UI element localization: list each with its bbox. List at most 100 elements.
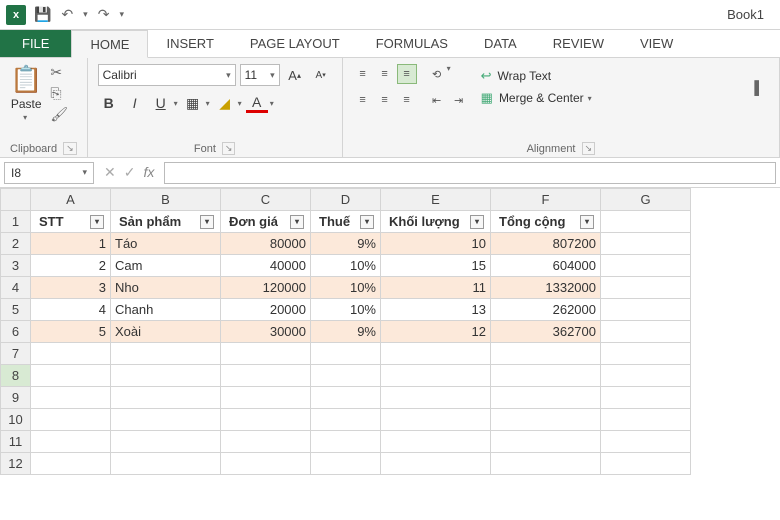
redo-icon[interactable]: ↷	[98, 6, 110, 23]
col-header[interactable]: D	[311, 189, 381, 211]
copy-icon[interactable]: ⎘	[50, 85, 68, 102]
cell[interactable]: Nho	[111, 277, 221, 299]
tab-review[interactable]: REVIEW	[535, 30, 622, 57]
row-header[interactable]: 4	[1, 277, 31, 299]
cell[interactable]	[311, 431, 381, 453]
select-all-corner[interactable]	[1, 189, 31, 211]
align-middle-button[interactable]: ≡	[375, 64, 395, 84]
qat-dropdown-icon[interactable]: ▾	[83, 9, 88, 20]
cell[interactable]	[311, 387, 381, 409]
cell[interactable]	[601, 387, 691, 409]
cell[interactable]: 3	[31, 277, 111, 299]
align-right-button[interactable]: ≡	[397, 90, 417, 110]
cell[interactable]: 10%	[311, 255, 381, 277]
filter-dropdown-icon[interactable]: ▾	[290, 215, 304, 229]
cell[interactable]: 12	[381, 321, 491, 343]
cell[interactable]	[601, 321, 691, 343]
cell[interactable]: Táo	[111, 233, 221, 255]
decrease-indent-button[interactable]: ⇤	[427, 90, 447, 110]
col-header[interactable]: C	[221, 189, 311, 211]
cell[interactable]	[601, 431, 691, 453]
cell[interactable]	[491, 365, 601, 387]
tab-file[interactable]: FILE	[0, 30, 71, 57]
wrap-text-button[interactable]: ↩ Wrap Text	[481, 68, 592, 84]
cell[interactable]	[601, 211, 691, 233]
row-header[interactable]: 1	[1, 211, 31, 233]
cell[interactable]	[221, 365, 311, 387]
font-name-combo[interactable]: Calibri ▾	[98, 64, 236, 86]
cell[interactable]: 11	[381, 277, 491, 299]
cell[interactable]: Chanh	[111, 299, 221, 321]
cell[interactable]: 262000	[491, 299, 601, 321]
cell[interactable]: 9%	[311, 321, 381, 343]
filter-dropdown-icon[interactable]: ▾	[470, 215, 484, 229]
col-header[interactable]: F	[491, 189, 601, 211]
font-size-combo[interactable]: 11 ▾	[240, 64, 280, 86]
cell[interactable]: 10%	[311, 299, 381, 321]
cell[interactable]: 2	[31, 255, 111, 277]
cell[interactable]: Sản phẩm▾	[111, 211, 221, 233]
cell[interactable]: 13	[381, 299, 491, 321]
cell[interactable]	[221, 431, 311, 453]
spreadsheet-grid[interactable]: A B C D E F G 1STT▾Sản phẩm▾Đơn giá▾Thuế…	[0, 188, 780, 520]
row-header[interactable]: 5	[1, 299, 31, 321]
row-header[interactable]: 11	[1, 431, 31, 453]
cell[interactable]	[381, 365, 491, 387]
cell[interactable]	[31, 387, 111, 409]
row-header[interactable]: 9	[1, 387, 31, 409]
cell[interactable]	[601, 453, 691, 475]
cell[interactable]	[111, 453, 221, 475]
cell[interactable]	[381, 409, 491, 431]
cell[interactable]: 10%	[311, 277, 381, 299]
align-bottom-button[interactable]: ≡	[397, 64, 417, 84]
cell[interactable]	[111, 343, 221, 365]
cell[interactable]: STT▾	[31, 211, 111, 233]
undo-icon[interactable]: ↶	[61, 6, 73, 23]
cell[interactable]	[31, 453, 111, 475]
cell[interactable]: 4	[31, 299, 111, 321]
cell[interactable]	[381, 387, 491, 409]
cell[interactable]	[221, 387, 311, 409]
orientation-button[interactable]: ⟲	[427, 64, 447, 84]
cell[interactable]	[221, 343, 311, 365]
cell[interactable]	[311, 453, 381, 475]
borders-button[interactable]: ▦	[182, 92, 204, 114]
cell[interactable]	[31, 409, 111, 431]
dialog-launcher-icon[interactable]: ↘	[63, 142, 77, 155]
col-header[interactable]: A	[31, 189, 111, 211]
fx-icon[interactable]: fx	[143, 164, 154, 181]
cell[interactable]: Đơn giá▾	[221, 211, 311, 233]
cell[interactable]	[601, 343, 691, 365]
cell[interactable]: 604000	[491, 255, 601, 277]
align-center-button[interactable]: ≡	[375, 90, 395, 110]
cell[interactable]	[491, 387, 601, 409]
cell[interactable]	[311, 343, 381, 365]
cell[interactable]: 807200	[491, 233, 601, 255]
cell[interactable]	[31, 343, 111, 365]
row-header[interactable]: 7	[1, 343, 31, 365]
enter-formula-icon[interactable]: ✓	[124, 164, 136, 181]
cell[interactable]: 120000	[221, 277, 311, 299]
dialog-launcher-icon[interactable]: ↘	[222, 142, 236, 155]
cell[interactable]	[491, 343, 601, 365]
cell[interactable]: Khối lượng▾	[381, 211, 491, 233]
cell[interactable]: 362700	[491, 321, 601, 343]
cell[interactable]	[601, 365, 691, 387]
cell[interactable]: 20000	[221, 299, 311, 321]
cell[interactable]	[111, 409, 221, 431]
cell[interactable]: 40000	[221, 255, 311, 277]
row-header[interactable]: 6	[1, 321, 31, 343]
cell[interactable]	[31, 365, 111, 387]
tab-insert[interactable]: INSERT	[148, 30, 231, 57]
cell[interactable]	[311, 409, 381, 431]
tab-page-layout[interactable]: PAGE LAYOUT	[232, 30, 358, 57]
cell[interactable]: 80000	[221, 233, 311, 255]
cell[interactable]	[601, 277, 691, 299]
cell[interactable]: 30000	[221, 321, 311, 343]
tab-formulas[interactable]: FORMULAS	[358, 30, 466, 57]
align-top-button[interactable]: ≡	[353, 64, 373, 84]
cell[interactable]	[601, 233, 691, 255]
chevron-down-icon[interactable]: ▾	[270, 99, 274, 108]
cut-icon[interactable]: ✂	[50, 64, 68, 81]
bold-button[interactable]: B	[98, 92, 120, 114]
